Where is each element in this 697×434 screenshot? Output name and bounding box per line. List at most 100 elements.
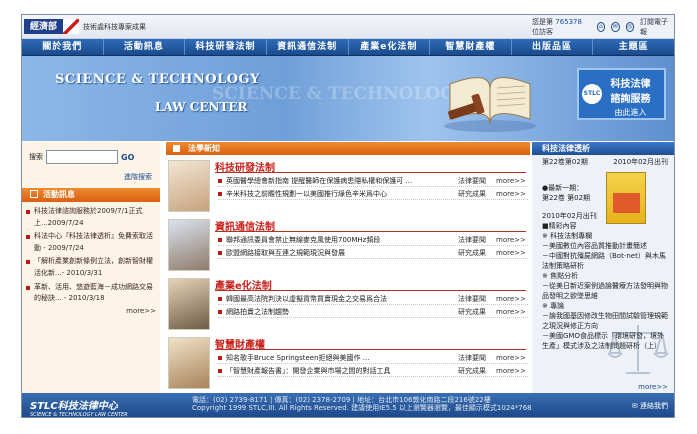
footer-copyright: Copyright 1999 STLC,III. All Rights Rese… bbox=[192, 404, 532, 412]
banner-subtitle: LAW CENTER bbox=[155, 100, 248, 114]
journal-cover-image[interactable] bbox=[606, 172, 646, 224]
section-thumbnail bbox=[168, 160, 210, 212]
events-header: 活動訊息 bbox=[22, 188, 160, 202]
nav-events[interactable]: 活動訊息 bbox=[104, 39, 186, 55]
search-input[interactable] bbox=[46, 150, 118, 164]
event-item[interactable]: 科法中心『科技法律透析』免費索取活動 - 2009/7/24 bbox=[26, 231, 154, 254]
section-thumbnail bbox=[168, 278, 210, 330]
news-category: 研究成果 bbox=[458, 308, 486, 316]
news-row: 辛米科技之前瞻性規劃一以美國推行綠色辛米爲中心 研究成果 more>> bbox=[218, 189, 528, 200]
search-bar: 搜索 GO bbox=[22, 142, 160, 164]
news-category: 法律要聞 bbox=[458, 177, 486, 185]
content-area: 搜索 GO 進階搜索 活動訊息 科技法律諮詢服務於2009/7/1正式上...2… bbox=[22, 142, 674, 393]
news-title[interactable]: 英國醫學總會新指南 提醒醫師在保護病患隱私權和保護可 ... bbox=[218, 176, 458, 186]
section-divider bbox=[215, 172, 526, 173]
news-row: 聯邦通訊委員會禁止無線麥克風使用700MHz頻段 法律要聞 more>> bbox=[218, 235, 528, 246]
stlc-footer-logo[interactable]: STLC科技法律中心 SCIENCE & TECHNOLOGY LAW CENT… bbox=[30, 397, 128, 418]
news-row: 知名歌手Bruce Springsteen拒絕與美國作 ... 法律要聞 mor… bbox=[218, 353, 528, 364]
journal-issue[interactable]: 第22卷第02期 bbox=[542, 157, 588, 168]
subscribe-icon[interactable]: ◎ bbox=[625, 21, 634, 32]
news-row: 英國醫學總會新指南 提醒醫師在保護病患隱私權和保護可 ... 法律要聞 more… bbox=[218, 176, 528, 187]
news-title[interactable]: 知名歌手Bruce Springsteen拒絕與美國作 ... bbox=[218, 353, 458, 363]
search-go-button[interactable]: GO bbox=[121, 153, 134, 162]
promo-enter-link[interactable]: 由此進入 bbox=[579, 107, 664, 118]
subscribe-link[interactable]: 訂閱電子報 bbox=[640, 17, 668, 37]
search-label: 搜索 bbox=[29, 153, 43, 161]
law-news-column: 法學新知 科技研發法制 英國醫學總會新指南 提醒醫師在保護病患隱私權和保護可 .… bbox=[166, 142, 530, 393]
section-divider bbox=[215, 290, 526, 291]
event-item[interactable]: 科技法律諮詢服務於2009/7/1正式上...2009/7/24 bbox=[26, 206, 154, 229]
footer-info: 電話：(02) 2739-8171 | 傳真：(02) 2378-2709 | … bbox=[192, 396, 532, 412]
moea-logo[interactable]: 經濟部 bbox=[24, 19, 64, 34]
legal-consulting-promo[interactable]: STLC 科技法律 諮詢服務 由此進入 bbox=[577, 68, 666, 120]
journal-line[interactable]: ※ 科技法制專欄 bbox=[542, 231, 670, 241]
left-column: 搜索 GO 進階搜索 活動訊息 科技法律諮詢服務於2009/7/1正式上...2… bbox=[22, 142, 160, 393]
news-title[interactable]: 歐盟網路接取與互連之規範現況與發展 bbox=[218, 248, 458, 258]
news-row: 韓國最高法院判決以虛擬貨幣買賣現金之交易爲合法 法律要聞 more>> bbox=[218, 294, 528, 305]
news-title[interactable]: 網路拍賣之法制趨勢 bbox=[218, 307, 458, 317]
page-frame: 經濟部 技術處科技專案成果 您是第 765378 位訪客 ⌂ ✉ ◎ 訂閱電子報… bbox=[21, 14, 675, 418]
journal-line[interactable]: ※ 專論 bbox=[542, 301, 670, 311]
news-category: 法律要聞 bbox=[458, 236, 486, 244]
news-more-link[interactable]: more>> bbox=[496, 353, 528, 363]
journal-date: 2010年02月出刊 bbox=[613, 158, 668, 166]
mail-icon[interactable]: ✉ bbox=[611, 21, 620, 32]
events-list: 科技法律諮詢服務於2009/7/1正式上...2009/7/24 科法中心『科技… bbox=[22, 202, 160, 305]
events-more-link[interactable]: more>> bbox=[22, 307, 160, 315]
law-book-gavel-icon bbox=[444, 77, 536, 132]
nav-ip[interactable]: 智慧財產權 bbox=[430, 39, 512, 55]
home-icon[interactable]: ⌂ bbox=[596, 21, 606, 32]
nav-ict-law[interactable]: 資訊通信法制 bbox=[267, 39, 349, 55]
news-title[interactable]: 辛米科技之前瞻性規劃一以美國推行綠色辛米爲中心 bbox=[218, 189, 458, 199]
contact-us-link[interactable]: ✉ 連絡我們 bbox=[632, 401, 668, 411]
banner-ghost-text: SCIENCE & TECHNOLOGY bbox=[212, 84, 467, 104]
law-news-header: 法學新知 bbox=[166, 142, 530, 155]
mail-icon: ✉ bbox=[631, 402, 638, 410]
visitor-prefix: 您是第 bbox=[532, 17, 553, 26]
journal-header: 科技法律透析 bbox=[532, 142, 674, 155]
top-bar-right: 您是第 765378 位訪客 ⌂ ✉ ◎ 訂閱電子報 bbox=[532, 15, 674, 38]
journal-line[interactable]: ※ 焦點分析 bbox=[542, 271, 670, 281]
event-item[interactable]: 革新、活用、悠遊藍海－成功網路交易的秘訣... - 2010/3/18 bbox=[26, 282, 154, 305]
news-more-link[interactable]: more>> bbox=[496, 176, 528, 186]
nav-tech-rd-law[interactable]: 科技研發法制 bbox=[185, 39, 267, 55]
section-ebusiness: 產業e化法制 韓國最高法院判決以虛擬貨幣買賣現金之交易爲合法 法律要聞 more… bbox=[166, 276, 530, 332]
journal-line[interactable]: －中國對抗殭屍網路（Bot-net）與木馬法制策略研析 bbox=[542, 251, 670, 271]
news-title[interactable]: 「智慧財產報告書」：開發企業與市場之間的對話工具 bbox=[218, 366, 458, 376]
news-title[interactable]: 聯邦通訊委員會禁止無線麥克風使用700MHz頻段 bbox=[218, 235, 458, 245]
footer-logo-sub: SCIENCE & TECHNOLOGY LAW CENTER bbox=[30, 412, 128, 418]
news-more-link[interactable]: more>> bbox=[496, 235, 528, 245]
news-row: 「智慧財產報告書」：開發企業與市場之間的對話工具 研究成果 more>> bbox=[218, 366, 528, 377]
main-nav: 關於我們 活動訊息 科技研發法制 資訊通信法制 產業e化法制 智慧財產權 出版品… bbox=[22, 39, 674, 56]
news-title[interactable]: 韓國最高法院判決以虛擬貨幣買賣現金之交易爲合法 bbox=[218, 294, 458, 304]
news-more-link[interactable]: more>> bbox=[496, 366, 528, 376]
journal-more-link[interactable]: more>> bbox=[638, 383, 668, 391]
visitor-count: 765378 bbox=[555, 17, 582, 26]
journal-line[interactable]: －美國數位內容品質推動計畫簡述 bbox=[542, 241, 670, 251]
nav-publications[interactable]: 出版品區 bbox=[512, 39, 594, 55]
section-thumbnail bbox=[168, 219, 210, 271]
footer-contact-line: 電話：(02) 2739-8171 | 傳真：(02) 2378-2709 | … bbox=[192, 396, 491, 404]
visitor-counter: 您是第 765378 位訪客 bbox=[532, 17, 591, 37]
advanced-search-link[interactable]: 進階搜索 bbox=[22, 172, 160, 182]
news-row: 歐盟網路接取與互連之規範現況與發展 研究成果 more>> bbox=[218, 248, 528, 259]
department-label: 技術處科技專案成果 bbox=[83, 22, 147, 31]
banner-title: SCIENCE & TECHNOLOGY bbox=[55, 72, 260, 87]
nav-about[interactable]: 關於我們 bbox=[22, 39, 104, 55]
journal-line[interactable]: －從美日新近案例過論醫療方法發明與物品發明之欲墜思維 bbox=[542, 281, 670, 301]
news-more-link[interactable]: more>> bbox=[496, 248, 528, 258]
nav-ebusiness-law[interactable]: 產業e化法制 bbox=[349, 39, 431, 55]
journal-column: 科技法律透析 第22卷第02期 2010年02月出刊 ●最新一期： 第22卷 第… bbox=[532, 142, 674, 393]
stlc-badge: STLC bbox=[582, 84, 602, 104]
news-category: 研究成果 bbox=[458, 190, 486, 198]
contact-us-label: 連絡我們 bbox=[640, 402, 668, 410]
news-more-link[interactable]: more>> bbox=[496, 307, 528, 317]
news-more-link[interactable]: more>> bbox=[496, 189, 528, 199]
news-row: 網路拍賣之法制趨勢 研究成果 more>> bbox=[218, 307, 528, 318]
news-more-link[interactable]: more>> bbox=[496, 294, 528, 304]
nav-topics[interactable]: 主題區 bbox=[593, 39, 674, 55]
visitor-suffix: 位訪客 bbox=[532, 27, 553, 36]
section-ip: 智慧財產權 知名歌手Bruce Springsteen拒絕與美國作 ... 法律… bbox=[166, 335, 530, 391]
event-item[interactable]: 「解析產業創新條例立法，創新智財權活化新...- 2010/3/31 bbox=[26, 256, 154, 279]
section-divider bbox=[215, 231, 526, 232]
